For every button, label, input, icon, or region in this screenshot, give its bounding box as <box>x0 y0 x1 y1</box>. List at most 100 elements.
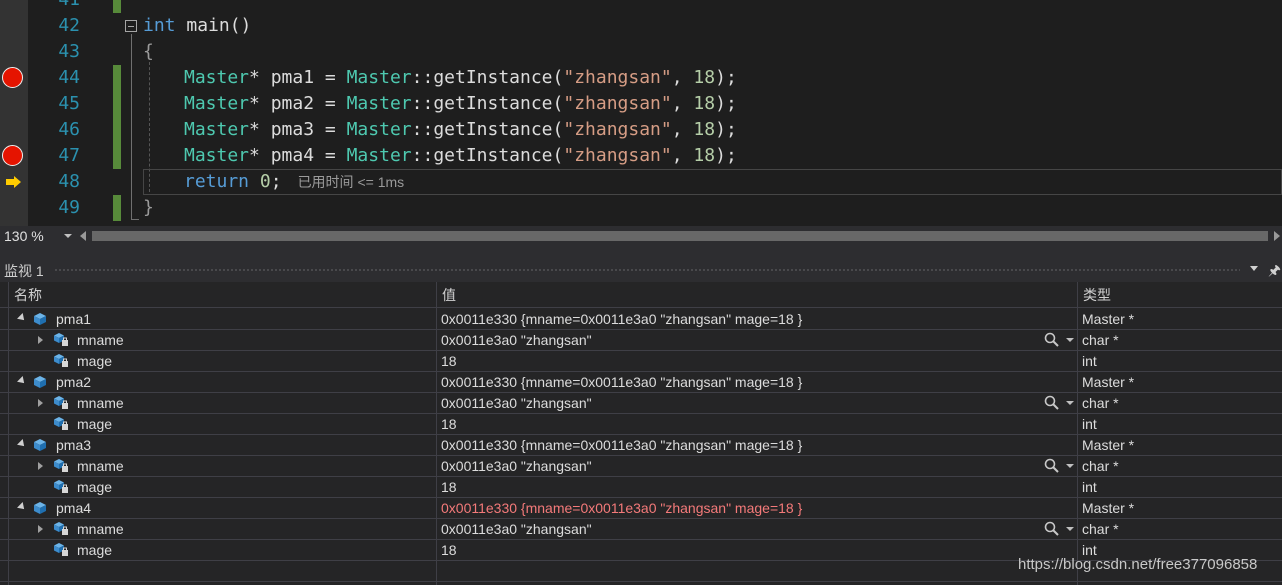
watch-type: int <box>1082 416 1097 432</box>
expand-open-icon[interactable] <box>17 502 27 512</box>
scroll-right-icon[interactable] <box>1274 231 1280 241</box>
change-marker <box>113 65 121 169</box>
object-icon <box>32 312 48 326</box>
chevron-down-icon[interactable] <box>1066 338 1074 342</box>
watch-type: char * <box>1082 458 1119 474</box>
magnifier-icon[interactable] <box>1043 521 1061 537</box>
chevron-down-icon[interactable] <box>1066 464 1074 468</box>
watch-value[interactable]: 0x0011e330 {mname=0x0011e3a0 "zhangsan" … <box>441 372 802 392</box>
watch-value[interactable]: 0x0011e3a0 "zhangsan" <box>441 330 592 350</box>
code-line: Master* pma1 = Master::getInstance("zhan… <box>184 67 737 88</box>
watermark: https://blog.csdn.net/free377096858 <box>1018 556 1258 573</box>
field-icon <box>53 396 69 410</box>
watch-value[interactable]: 0x0011e330 {mname=0x0011e3a0 "zhangsan" … <box>441 309 802 329</box>
change-marker <box>113 195 121 221</box>
watch-row[interactable]: mname 0x0011e3a0 "zhangsan" char * <box>0 330 1282 351</box>
field-icon <box>53 459 69 473</box>
expand-closed-icon[interactable] <box>38 462 43 470</box>
watch-value[interactable]: 18 <box>441 477 457 497</box>
horizontal-scrollbar[interactable] <box>92 231 1268 241</box>
watch-name: mage <box>77 542 113 558</box>
outline-line <box>131 34 132 220</box>
watch-value[interactable]: 0x0011e3a0 "zhangsan" <box>441 456 592 476</box>
watch-value[interactable]: 0x0011e330 {mname=0x0011e3a0 "zhangsan" … <box>441 498 802 518</box>
code-editor[interactable]: 41 42 43 44 45 46 47 48 49 int main() { … <box>0 0 1282 227</box>
line-number: 43 <box>58 41 80 62</box>
line-number: 48 <box>58 171 80 192</box>
code-line: } <box>143 197 154 218</box>
watch-row[interactable]: mname 0x0011e3a0 "zhangsan" char * <box>0 456 1282 477</box>
breakpoint-icon[interactable] <box>2 67 23 88</box>
magnifier-icon[interactable] <box>1043 395 1061 411</box>
column-header-value[interactable]: 值 <box>436 282 456 308</box>
watch-name: mage <box>77 479 113 495</box>
line-number: 47 <box>58 145 80 166</box>
watch-type: Master * <box>1082 437 1135 453</box>
watch-grid: 名称 值 类型 pma1 0x0011e330 {mname=0x0011e3a0… <box>0 282 1282 585</box>
field-icon <box>53 333 69 347</box>
code-line: Master* pma2 = Master::getInstance("zhan… <box>184 93 737 114</box>
watch-name: pma4 <box>56 500 92 516</box>
watch-row[interactable]: mage 18 int <box>0 414 1282 435</box>
watch-value[interactable]: 0x0011e3a0 "zhangsan" <box>441 519 592 539</box>
breakpoint-icon[interactable] <box>2 145 23 166</box>
watch-row[interactable]: mage 18 int <box>0 477 1282 498</box>
line-number: 46 <box>58 119 80 140</box>
magnifier-icon[interactable] <box>1043 332 1061 348</box>
watch-rows: pma1 0x0011e330 {mname=0x0011e3a0 "zhangs… <box>0 309 1282 582</box>
code-line: int main() <box>143 15 252 36</box>
watch-row[interactable]: mname 0x0011e3a0 "zhangsan" char * <box>0 393 1282 414</box>
collapse-toggle-icon[interactable] <box>125 20 137 32</box>
chevron-down-icon[interactable] <box>1066 401 1074 405</box>
watch-value[interactable]: 18 <box>441 540 457 560</box>
expand-closed-icon[interactable] <box>38 525 43 533</box>
pin-icon[interactable]: 🖈 <box>1268 260 1281 284</box>
watch-value[interactable]: 18 <box>441 414 457 434</box>
line-number: 44 <box>58 67 80 88</box>
object-icon <box>32 375 48 389</box>
zoom-dropdown[interactable]: 130 % <box>2 227 74 245</box>
expand-closed-icon[interactable] <box>38 336 43 344</box>
object-icon <box>32 501 48 515</box>
column-header-type[interactable]: 类型 <box>1077 282 1111 308</box>
watch-value[interactable]: 18 <box>441 351 457 371</box>
panel-splitter[interactable] <box>0 246 1282 256</box>
watch-row[interactable]: pma2 0x0011e330 {mname=0x0011e3a0 "zhangs… <box>0 372 1282 393</box>
window-menu-icon[interactable] <box>1250 266 1258 271</box>
watch-row[interactable]: mname 0x0011e3a0 "zhangsan" char * <box>0 519 1282 540</box>
expand-open-icon[interactable] <box>17 376 27 386</box>
chevron-down-icon[interactable] <box>1066 527 1074 531</box>
magnifier-icon[interactable] <box>1043 458 1061 474</box>
watch-value[interactable]: 0x0011e3a0 "zhangsan" <box>441 393 592 413</box>
watch-type: char * <box>1082 521 1119 537</box>
watch-type: int <box>1082 479 1097 495</box>
watch-name: mname <box>77 521 124 537</box>
grip-pattern <box>54 268 1240 273</box>
outline-end <box>131 219 139 220</box>
watch-row[interactable]: mage 18 int <box>0 351 1282 372</box>
code-line: Master* pma4 = Master::getInstance("zhan… <box>184 145 737 166</box>
breakpoint-margin[interactable] <box>0 0 28 227</box>
perf-tip[interactable]: 已用时间 <= 1ms <box>298 174 405 190</box>
code-line: { <box>143 41 154 62</box>
expand-open-icon[interactable] <box>17 439 27 449</box>
watch-name: mage <box>77 416 113 432</box>
watch-row[interactable]: pma1 0x0011e330 {mname=0x0011e3a0 "zhangs… <box>0 309 1282 330</box>
watch-name: mname <box>77 395 124 411</box>
watch-panel-titlebar[interactable]: 监视 1 🖈 <box>0 256 1282 282</box>
watch-value[interactable]: 0x0011e330 {mname=0x0011e3a0 "zhangsan" … <box>441 435 802 455</box>
watch-type: Master * <box>1082 311 1135 327</box>
field-icon <box>53 543 69 557</box>
expand-open-icon[interactable] <box>17 313 27 323</box>
editor-status-bar: 130 % <box>0 226 1282 246</box>
watch-row[interactable]: pma4 0x0011e330 {mname=0x0011e3a0 "zhangs… <box>0 498 1282 519</box>
line-number: 49 <box>58 197 80 218</box>
expand-closed-icon[interactable] <box>38 399 43 407</box>
column-header-name[interactable]: 名称 <box>8 282 42 308</box>
watch-name: mname <box>77 458 124 474</box>
scroll-left-icon[interactable] <box>80 231 86 241</box>
line-number: 42 <box>58 15 80 36</box>
watch-row[interactable]: pma3 0x0011e330 {mname=0x0011e3a0 "zhangs… <box>0 435 1282 456</box>
field-icon <box>53 522 69 536</box>
field-icon <box>53 480 69 494</box>
